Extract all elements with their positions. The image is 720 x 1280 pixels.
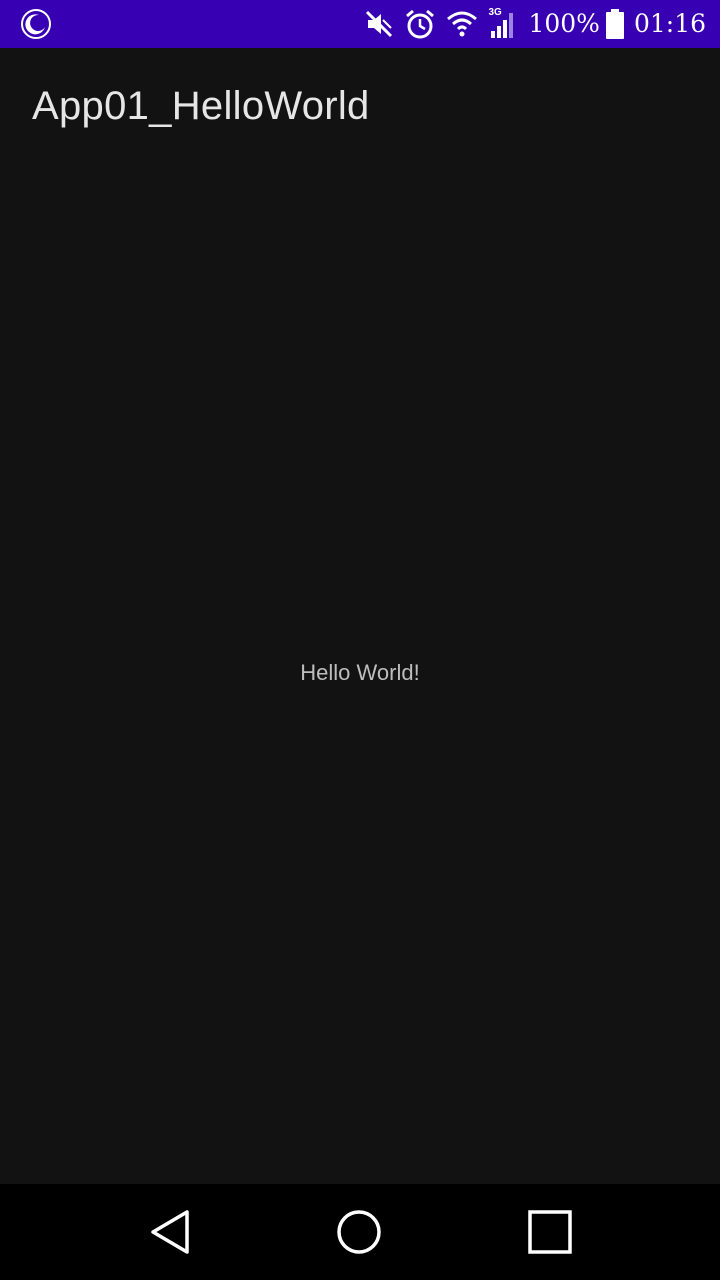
alarm-icon — [404, 8, 436, 40]
app-screen: 3G 100% 01:16 App01_HelloWorld Hello Wor… — [0, 0, 720, 1280]
mute-icon — [364, 9, 394, 39]
app-bar: App01_HelloWorld — [0, 48, 720, 160]
hello-world-text: Hello World! — [300, 660, 420, 685]
status-icons: 3G 100% 01:16 — [364, 0, 706, 48]
recents-button[interactable] — [502, 1184, 598, 1280]
night-mode-moon-icon — [20, 8, 52, 40]
battery-group: 100% — [528, 0, 624, 48]
main-content: Hello World! — [0, 160, 720, 1184]
clock: 01:16 — [633, 9, 706, 38]
home-icon — [337, 1210, 381, 1254]
home-button[interactable] — [311, 1184, 407, 1280]
wifi-icon — [446, 10, 478, 38]
status-bar: 3G 100% 01:16 — [0, 0, 720, 48]
battery-percent: 100% — [528, 9, 600, 38]
app-title: App01_HelloWorld — [32, 84, 370, 128]
back-icon — [151, 1210, 189, 1254]
navigation-bar — [0, 1184, 720, 1280]
signal-3g-icon: 3G — [488, 8, 518, 40]
back-button[interactable] — [122, 1184, 218, 1280]
recents-icon — [528, 1210, 572, 1254]
battery-icon — [605, 9, 624, 39]
